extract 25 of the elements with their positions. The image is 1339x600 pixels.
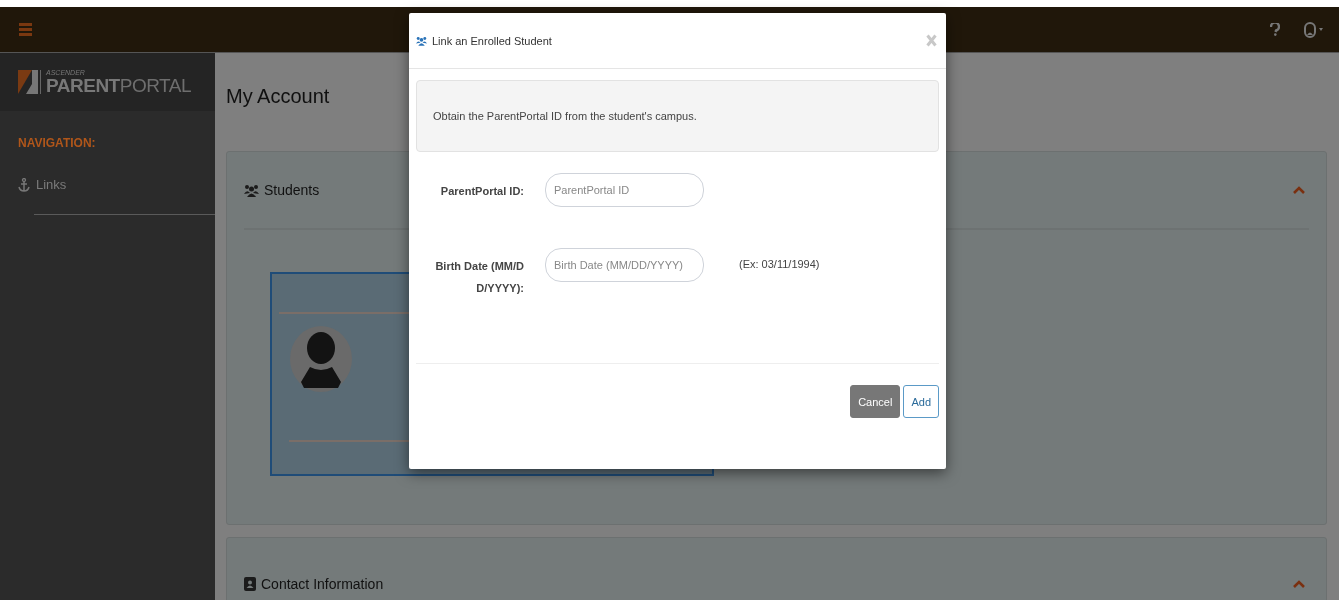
panel-title: Contact Information (261, 576, 384, 592)
info-message: Obtain the ParentPortal ID from the student's campus. (416, 80, 939, 152)
nav-heading: NAVIGATION: (17, 135, 97, 152)
page-title: My Account (226, 84, 330, 109)
format-hint: (Ex: 03/11/1994) (739, 257, 820, 270)
anchor-icon (18, 177, 30, 192)
field-label: Birth Date (MM/DD/YYYY): (434, 259, 524, 296)
avatar-icon (290, 326, 352, 392)
contact-card-icon (244, 577, 256, 591)
chevron-up-icon[interactable] (1293, 580, 1305, 588)
chevron-up-icon[interactable] (1293, 186, 1305, 194)
cancel-button[interactable]: Cancel (850, 385, 901, 418)
help-icon[interactable] (1270, 23, 1280, 36)
menu-icon[interactable] (19, 23, 32, 36)
input-field[interactable]: Birth Date (MM/DD/YYYY) (545, 248, 704, 282)
nav-link[interactable]: Links (0, 159, 67, 192)
field-label: ParentPortal ID: (439, 184, 524, 199)
input-field[interactable]: ParentPortal ID (545, 173, 704, 207)
dialog-title: Link an Enrolled Student (432, 34, 552, 47)
user-menu-button[interactable] (1304, 21, 1323, 38)
panel-title: Students (264, 182, 320, 198)
add-button[interactable]: Add (903, 385, 939, 418)
users-icon (416, 35, 427, 46)
close-button[interactable] (926, 34, 937, 47)
users-icon (244, 183, 259, 197)
